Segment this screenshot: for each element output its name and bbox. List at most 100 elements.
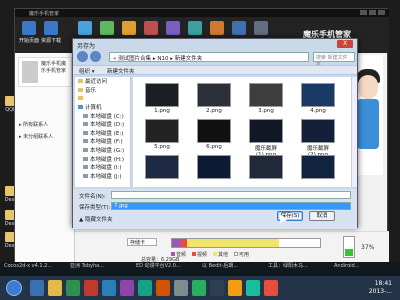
legend-item: 视频 (192, 251, 207, 258)
dialog-close-button[interactable]: X (337, 40, 353, 48)
strip-item[interactable]: Cocos2d-x v4.1.2... (4, 263, 52, 269)
nav-item-label: 本地磁盘 (C:) (90, 113, 124, 120)
image-preview (301, 119, 335, 143)
file-icon (210, 21, 224, 35)
maximize-button[interactable] (369, 10, 376, 15)
file-thumbnail[interactable]: 1.png (145, 83, 179, 114)
minimize-button[interactable] (360, 10, 367, 15)
app-icon[interactable] (138, 280, 152, 296)
filename-field[interactable] (111, 191, 351, 199)
app-icon[interactable] (228, 280, 242, 296)
app-icon[interactable] (210, 280, 224, 296)
file-thumbnail[interactable]: 3.png (249, 83, 283, 114)
file-name-label: 4.png (310, 108, 326, 114)
strip-item[interactable]: ED 动漫平台V2.0... (136, 263, 181, 269)
nav-item[interactable]: 本地磁盘 (H:) (75, 154, 130, 163)
explorer-icon[interactable] (48, 280, 62, 296)
file-thumbnail[interactable]: 魔乐截屏(2).png (301, 119, 335, 158)
start-button[interactable] (6, 280, 22, 296)
storage-select[interactable]: 存储卡 (127, 238, 157, 246)
app-icon[interactable] (264, 280, 278, 296)
app-icon[interactable] (84, 280, 98, 296)
nav-item[interactable]: 本地磁盘 (F:) (75, 137, 130, 146)
strip-item[interactable]: 工具：绿阳木马... (268, 263, 308, 269)
phone-card-text: 魔乐手机魔乐手机管家 (41, 61, 67, 74)
gear-icon (254, 21, 268, 35)
drive-icon (83, 165, 88, 170)
nav-item[interactable]: 计算机 (75, 103, 130, 112)
video-icon (188, 21, 202, 35)
window-preview-strip: Cocos2d-x v4.1.2... 亚洲 Tobyha... ED 动漫平台V2… (0, 262, 400, 276)
image-preview (145, 119, 179, 143)
nav-item[interactable] (75, 94, 130, 103)
app-icon[interactable] (102, 280, 116, 296)
phone-card[interactable]: 魔乐手机魔乐手机管家 (18, 57, 72, 87)
system-clock[interactable]: 18:41 2013-... (369, 280, 392, 296)
nav-item[interactable]: 本地磁盘 (D:) (75, 120, 130, 129)
strip-item[interactable]: Andiroid... (334, 263, 360, 269)
tool-home[interactable]: 开始页面 (19, 19, 39, 49)
ie-icon[interactable] (30, 280, 44, 296)
app-icon[interactable] (174, 280, 188, 296)
back-button[interactable] (77, 51, 88, 62)
hide-folders-toggle[interactable]: ▲ 隐藏文件夹 (79, 215, 112, 223)
nav-item[interactable]: 本地磁盘 (J:) (75, 172, 130, 181)
nav-item[interactable]: 最近访问 (75, 77, 130, 86)
nav-item-label: 本地磁盘 (G:) (90, 148, 125, 155)
group-all-contacts[interactable]: ▸ 所有联系人 (19, 121, 48, 128)
file-thumbnail[interactable]: 2.png (197, 83, 231, 114)
window-controls (360, 10, 385, 15)
new-folder-button[interactable]: 新建文件夹 (107, 67, 135, 75)
file-thumbnail[interactable]: 5.png (145, 119, 179, 150)
image-preview (301, 155, 335, 179)
file-name-label: 2.png (206, 108, 222, 114)
file-thumbnail[interactable] (197, 155, 231, 180)
legend-item: 可用 (234, 251, 249, 258)
app-icon[interactable] (120, 280, 134, 296)
nav-item[interactable]: 本地磁盘 (E:) (75, 129, 130, 138)
scrollbar[interactable] (351, 77, 357, 187)
file-thumbnail[interactable]: 魔乐截屏(1).png (249, 119, 283, 158)
nav-item[interactable]: 本地磁盘 (G:) (75, 146, 130, 155)
group-ungrouped[interactable]: ▸ 未分组联系人 (19, 133, 53, 140)
organize-button[interactable]: 组织 ▾ (79, 67, 95, 75)
app-icon[interactable] (246, 280, 260, 296)
file-thumbnail[interactable] (249, 155, 283, 180)
file-thumbnail[interactable]: 4.png (301, 83, 335, 114)
drive-icon (83, 148, 88, 153)
nav-item[interactable]: 音乐 (75, 86, 130, 95)
phone-icon (22, 61, 38, 83)
folder-icon (78, 79, 83, 84)
nav-item-label: 音乐 (85, 87, 97, 94)
search-input[interactable]: 搜索 新建文件夹 (313, 52, 355, 68)
dialog-title: 另存为 (77, 43, 96, 50)
nav-item-label: 本地磁盘 (F:) (90, 139, 123, 146)
media-icon[interactable] (66, 280, 80, 296)
forward-button[interactable] (90, 51, 101, 62)
savetype-label: 保存类型(T): (79, 205, 111, 211)
battery-percent: 37% (361, 244, 375, 251)
strip-item[interactable]: 亚洲 Tobyha... (70, 263, 104, 269)
battery-level (345, 248, 353, 256)
download-icon (44, 21, 58, 35)
file-name-label: 1.png (154, 108, 170, 114)
file-thumbnail[interactable] (145, 155, 179, 180)
file-name-label: 5.png (154, 144, 170, 150)
image-preview (249, 155, 283, 179)
navigation-pane: 最近访问 音乐 计算机 本地磁盘 (C:) 本地磁盘 (D:) 本地磁盘 (E:) 本地磁盘… (75, 77, 131, 187)
cancel-button[interactable]: 取消 (309, 211, 335, 221)
strip-item[interactable]: 以 Bedit·后期... (202, 263, 238, 269)
image-preview (197, 119, 231, 143)
savetype-field[interactable]: 7.jpg (111, 202, 351, 210)
file-thumbnail[interactable] (301, 155, 335, 180)
app-icon[interactable] (156, 280, 170, 296)
close-button[interactable] (378, 10, 385, 15)
nav-item[interactable]: 本地磁盘 (I:) (75, 163, 130, 172)
tool-downloads[interactable]: 资源下载 (41, 19, 61, 49)
nav-item[interactable]: 本地磁盘 (C:) (75, 111, 130, 120)
file-thumbnail[interactable]: 6.png (197, 119, 231, 150)
app-icon[interactable] (192, 280, 206, 296)
save-as-dialog: 另存为 X « 测试图片合集 ▸ N10 ▸ 新建文件夹 搜索 新建文件夹 组织… (72, 38, 358, 229)
address-bar[interactable]: « 测试图片合集 ▸ N10 ▸ 新建文件夹 (109, 52, 309, 62)
dialog-toolbar: 组织 ▾ 新建文件夹 (73, 65, 357, 75)
